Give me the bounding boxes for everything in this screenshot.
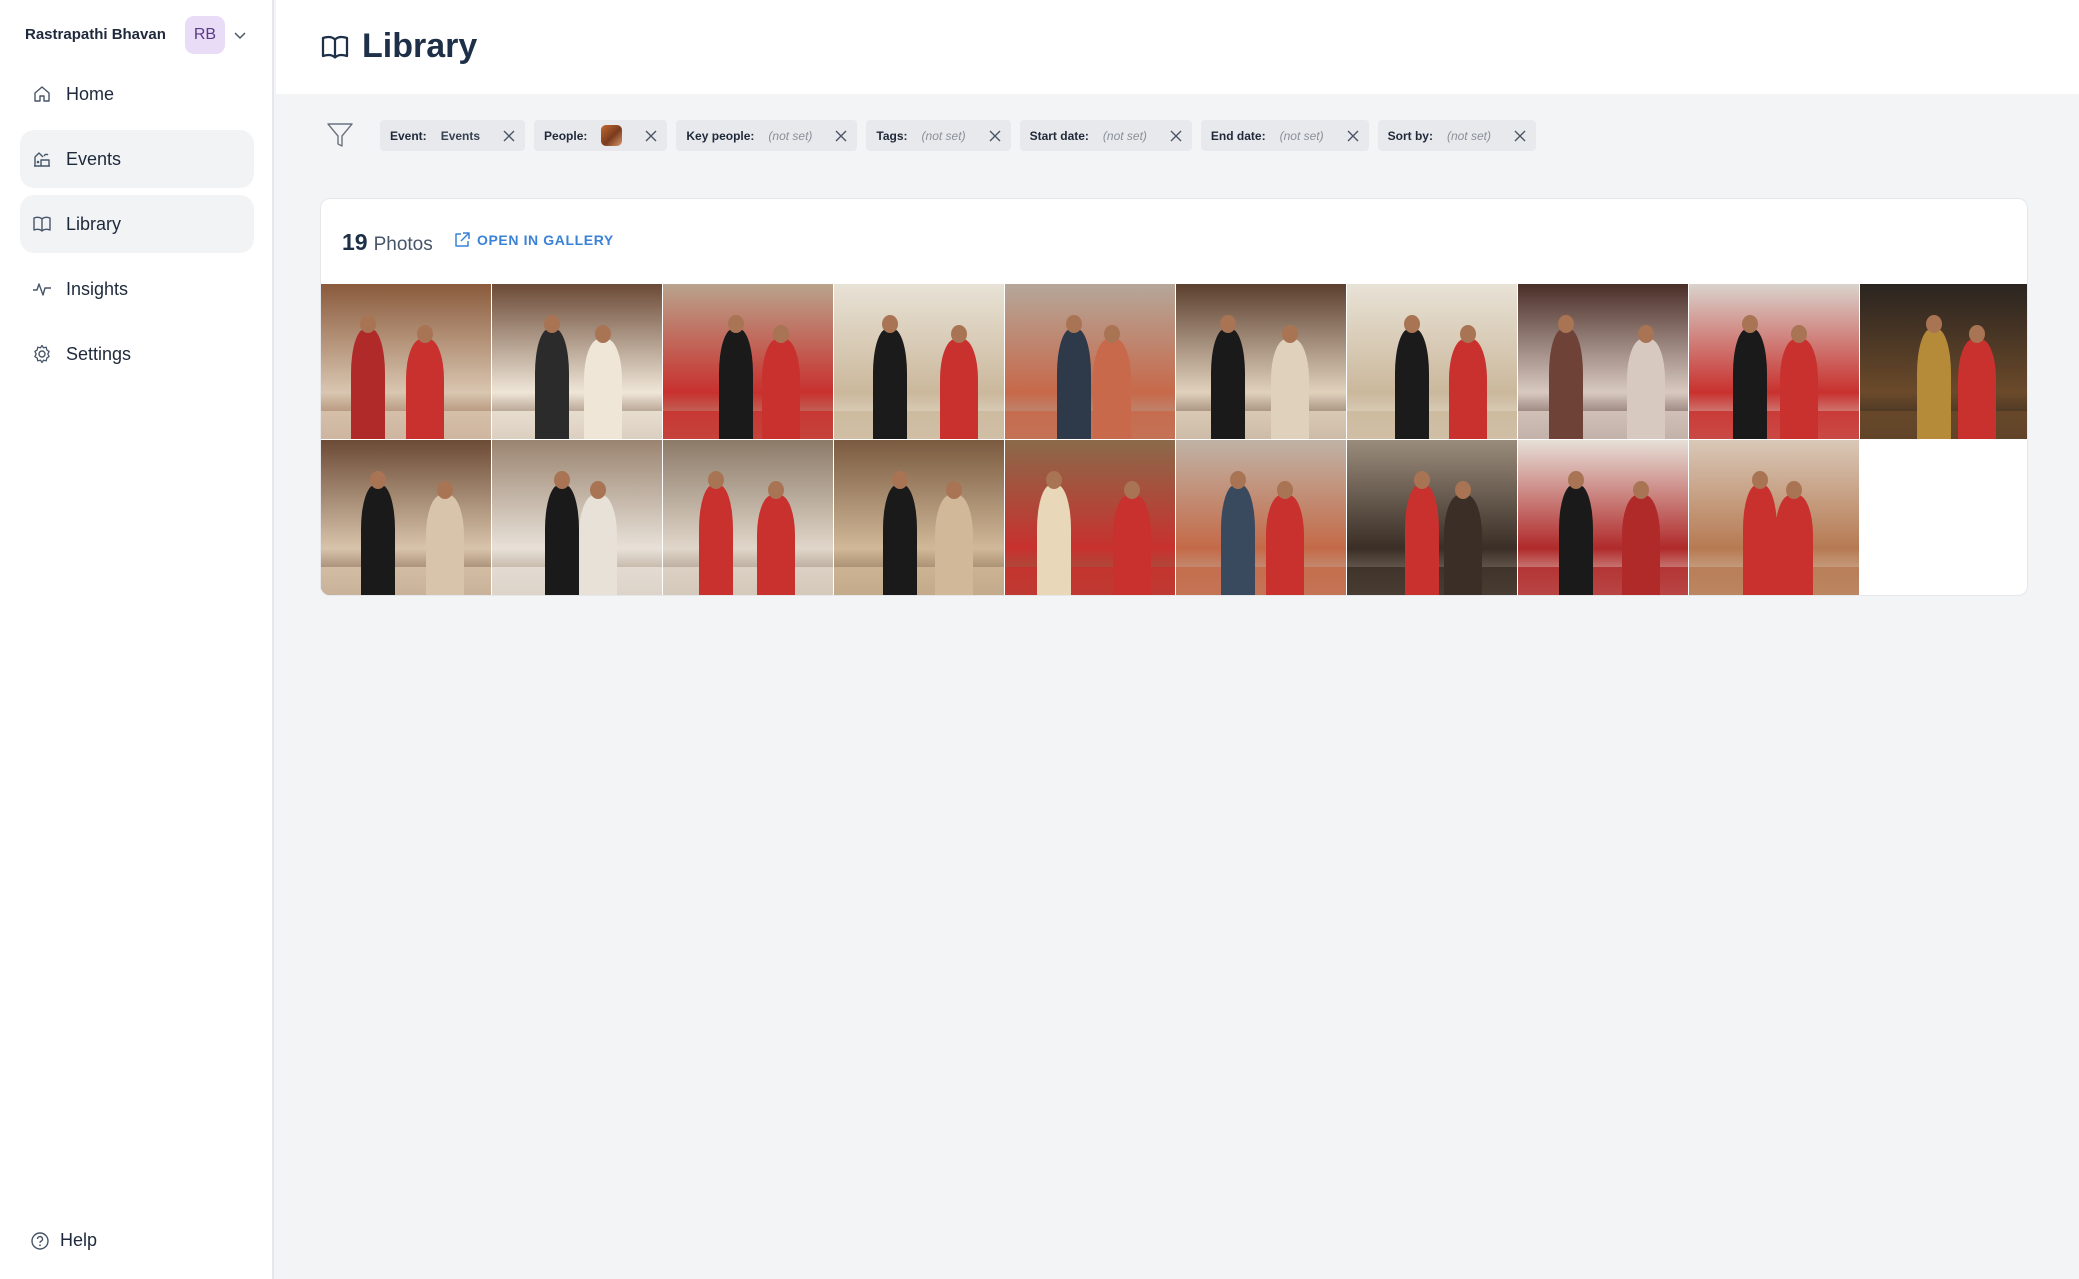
open-in-gallery-label: OPEN IN GALLERY [477,232,614,248]
photo-thumbnail[interactable] [834,440,1004,595]
photo-thumbnail[interactable] [321,440,491,595]
sidebar-item-label: Home [66,83,115,104]
chip-value: (not set) [1446,128,1491,143]
chip-label: Tags: [876,128,908,143]
events-icon [34,152,50,167]
filter-icon[interactable] [325,120,355,150]
filter-chip-event[interactable]: Event: Events [380,120,526,151]
close-icon[interactable] [988,129,1002,143]
close-icon[interactable] [1346,129,1360,143]
photo-thumbnail[interactable] [1518,440,1688,595]
activity-icon [33,283,51,296]
filter-chips: Event: Events People: Key people: (not s… [380,120,1536,151]
chip-label: End date: [1210,128,1266,143]
avatar[interactable]: RB [185,16,225,54]
sidebar-item-insights[interactable]: Insights [20,260,254,318]
photo-thumbnail[interactable] [1347,440,1517,595]
page-title-text: Library [362,27,478,65]
chip-label: Key people: [686,128,755,143]
close-icon[interactable] [1513,129,1527,143]
photo-thumbnail[interactable] [321,284,491,439]
home-icon [34,86,50,102]
photos-card: 19 Photos OPEN IN GALLERY [320,198,2028,596]
photo-thumbnail[interactable] [1689,440,1859,595]
help-circle-icon [31,1231,49,1250]
sidebar-item-settings[interactable]: Settings [20,325,254,383]
chip-label: Sort by: [1387,128,1433,143]
person-thumbnail-icon [601,125,623,146]
filter-chip-sort-by[interactable]: Sort by: (not set) [1377,120,1536,151]
chip-value: (not set) [1102,128,1147,143]
chevron-down-icon[interactable] [232,27,248,43]
external-link-icon [455,232,470,247]
filter-chip-people[interactable]: People: [534,120,668,151]
filter-chip-tags[interactable]: Tags: (not set) [866,120,1011,151]
photo-thumbnail[interactable] [1689,284,1859,439]
book-icon [33,216,51,232]
photo-thumbnail[interactable] [492,440,662,595]
photo-thumbnail[interactable] [663,440,833,595]
filter-chip-start-date[interactable]: Start date: (not set) [1019,120,1192,151]
org-name[interactable]: Rastrapathi Bhavan [25,18,166,50]
sidebar-item-label: Settings [66,343,132,364]
photo-thumbnail[interactable] [1860,284,2027,439]
sidebar-item-label: Library [66,213,122,234]
page-header: Library [276,0,2079,94]
filter-chip-key-people[interactable]: Key people: (not set) [676,120,858,151]
help-link[interactable]: Help [30,1230,97,1251]
chip-value: (not set) [921,128,966,143]
open-in-gallery-link[interactable]: OPEN IN GALLERY [453,231,614,249]
chip-value: (not set) [1279,128,1324,143]
photo-grid [321,284,2027,595]
photo-thumbnail[interactable] [834,284,1004,439]
help-label: Help [60,1230,98,1250]
book-icon [321,35,349,59]
sidebar-item-label: Events [66,148,122,169]
close-icon[interactable] [1169,129,1183,143]
chip-value: Events [440,128,481,143]
photo-thumbnail[interactable] [1176,284,1346,439]
filter-chip-end-date[interactable]: End date: (not set) [1200,120,1369,151]
sidebar: Rastrapathi Bhavan RB Home Events Librar… [0,0,274,1279]
photo-thumbnail[interactable] [1005,440,1175,595]
close-icon[interactable] [834,129,848,143]
sidebar-nav: Home Events Library Insights Settings [20,65,254,390]
photo-thumbnail[interactable] [1518,284,1688,439]
photo-thumbnail[interactable] [1176,440,1346,595]
close-icon[interactable] [502,129,516,143]
photo-thumbnail[interactable] [1005,284,1175,439]
photo-thumbnail[interactable] [663,284,833,439]
page-title: Library [320,27,477,66]
chip-label: Event: [390,128,427,143]
chip-value: (not set) [768,128,813,143]
sidebar-item-home[interactable]: Home [20,65,254,123]
sidebar-item-label: Insights [66,278,129,299]
photo-count-number: 19 [342,229,368,255]
photo-count: 19 Photos [342,229,433,256]
sidebar-item-library[interactable]: Library [20,195,254,253]
gear-icon [34,344,50,364]
chip-label: Start date: [1029,128,1089,143]
sidebar-item-events[interactable]: Events [20,130,254,188]
close-icon[interactable] [644,129,658,143]
photo-count-label: Photos [373,234,433,255]
photo-thumbnail[interactable] [1347,284,1517,439]
photo-thumbnail[interactable] [492,284,662,439]
chip-label: People: [544,128,588,143]
